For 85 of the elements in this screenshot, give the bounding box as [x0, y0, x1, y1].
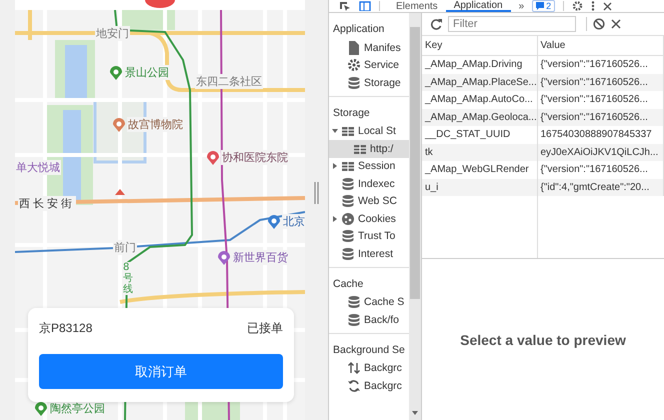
plate-number: 京P83128 — [39, 320, 92, 337]
museum-pin-icon — [113, 118, 125, 132]
sidebar-item[interactable]: Web SC — [329, 192, 409, 210]
panel-tab[interactable]: Application — [446, 0, 511, 12]
shop-pin-icon — [218, 250, 230, 264]
settings-icon — [347, 58, 361, 72]
map-label: 北京 — [282, 214, 305, 229]
cookie-icon — [341, 212, 355, 226]
refresh-icon[interactable] — [430, 18, 442, 30]
column-header[interactable]: Key — [422, 36, 537, 56]
map-label: 陶然亭公园 — [49, 401, 106, 416]
table-cell: _AMap_AMap.Geoloca... — [422, 108, 537, 126]
section-heading: Background Se — [332, 342, 406, 358]
database-icon — [347, 295, 361, 310]
marker-icon — [145, 0, 175, 8]
clear-all-icon[interactable] — [593, 18, 605, 30]
panel-tab[interactable]: Elements — [388, 0, 446, 12]
section-heading: Storage — [332, 106, 371, 120]
database-icon — [341, 176, 355, 191]
section-heading: Cache — [332, 276, 364, 292]
sidebar-item[interactable]: Interest — [329, 245, 409, 262]
sidebar-item[interactable]: Back/fo — [329, 311, 409, 328]
database-icon — [347, 312, 361, 327]
sidebar-item[interactable]: Backgrc — [329, 360, 409, 377]
sidebar-item[interactable]: Session — [329, 158, 409, 175]
settings-icon[interactable] — [572, 1, 584, 11]
grid-icon — [341, 159, 355, 174]
station-pin-icon — [268, 214, 280, 228]
table-cell: {"version":"167160526... — [537, 74, 664, 91]
grid-icon — [341, 124, 355, 138]
sidebar-item[interactable]: Cache S — [329, 294, 409, 311]
close-icon[interactable] — [603, 2, 612, 10]
file-icon — [347, 40, 361, 55]
sidebar-item[interactable]: Trust To — [329, 228, 409, 245]
table-cell: u_i — [422, 178, 537, 196]
disclosure-triangle-icon[interactable] — [332, 216, 338, 222]
table-cell: {"version":"167160526... — [537, 108, 664, 126]
inspect-icon[interactable] — [339, 1, 351, 11]
column-header[interactable]: Value — [537, 36, 664, 56]
issues-badge[interactable]: 2 — [532, 0, 556, 12]
map-label: 地安门 — [95, 26, 130, 41]
table-cell: {"id":4,"gmtCreate":"20... — [537, 178, 664, 196]
order-status: 已接单 — [247, 320, 283, 337]
cancel-order-button[interactable]: 取消订单 — [39, 354, 283, 389]
table-cell: tk — [422, 144, 537, 161]
map-label: 单大悦城 — [15, 160, 61, 175]
drag-handle-icon[interactable] — [314, 182, 319, 204]
sidebar-item[interactable]: Backgrc — [329, 377, 409, 394]
park-pin-icon — [110, 66, 122, 80]
map-label: 东四二条社区 — [195, 74, 263, 89]
map-label: 新世界百货 — [232, 250, 289, 265]
sidebar-item[interactable]: Service — [329, 56, 409, 74]
disclosure-triangle-icon[interactable] — [332, 163, 338, 170]
map-label: 8号线 — [122, 262, 134, 295]
database-icon — [341, 194, 355, 208]
map-label: 协和医院东院 — [221, 150, 289, 165]
database-icon — [347, 76, 361, 90]
device-toolbar-icon[interactable] — [359, 1, 371, 11]
section-heading: Application — [332, 22, 386, 37]
sidebar-item[interactable]: http:/ — [329, 140, 409, 158]
sidebar-item[interactable]: Indexec — [329, 175, 409, 192]
more-options-icon[interactable] — [591, 1, 596, 11]
disclosure-triangle-icon[interactable] — [332, 128, 338, 134]
map-label: 景山公园 — [124, 65, 170, 80]
up-down-arrows-icon — [347, 361, 361, 376]
sidebar-item[interactable]: Local St — [329, 122, 409, 140]
sidebar-item[interactable]: Storage — [329, 74, 409, 92]
database-icon — [341, 246, 355, 261]
sidebar-item[interactable]: Cookies — [329, 210, 409, 228]
hospital-pin-icon — [207, 150, 219, 164]
sync-icon — [347, 378, 361, 393]
map-label: 西长安街 — [18, 196, 76, 211]
scrollbar[interactable] — [409, 13, 422, 420]
preview-message: Select a value to preview — [460, 332, 626, 348]
map-label: 故宫博物院 — [127, 117, 184, 132]
table-cell: eyJ0eXAiOiJKV1QiLCJh... — [537, 144, 664, 161]
database-icon — [341, 229, 355, 244]
sidebar-item[interactable]: Manifes — [329, 39, 409, 56]
scroll-down-icon[interactable] — [411, 410, 419, 416]
more-tabs-button[interactable]: » — [518, 0, 524, 12]
map-label: 前门 — [113, 240, 137, 255]
chat-icon — [536, 2, 544, 10]
delete-selected-icon[interactable] — [611, 19, 621, 29]
filter-field[interactable]: Filter — [448, 16, 576, 32]
table-cell: _AMap_AMap.PlaceSe... — [422, 74, 537, 91]
